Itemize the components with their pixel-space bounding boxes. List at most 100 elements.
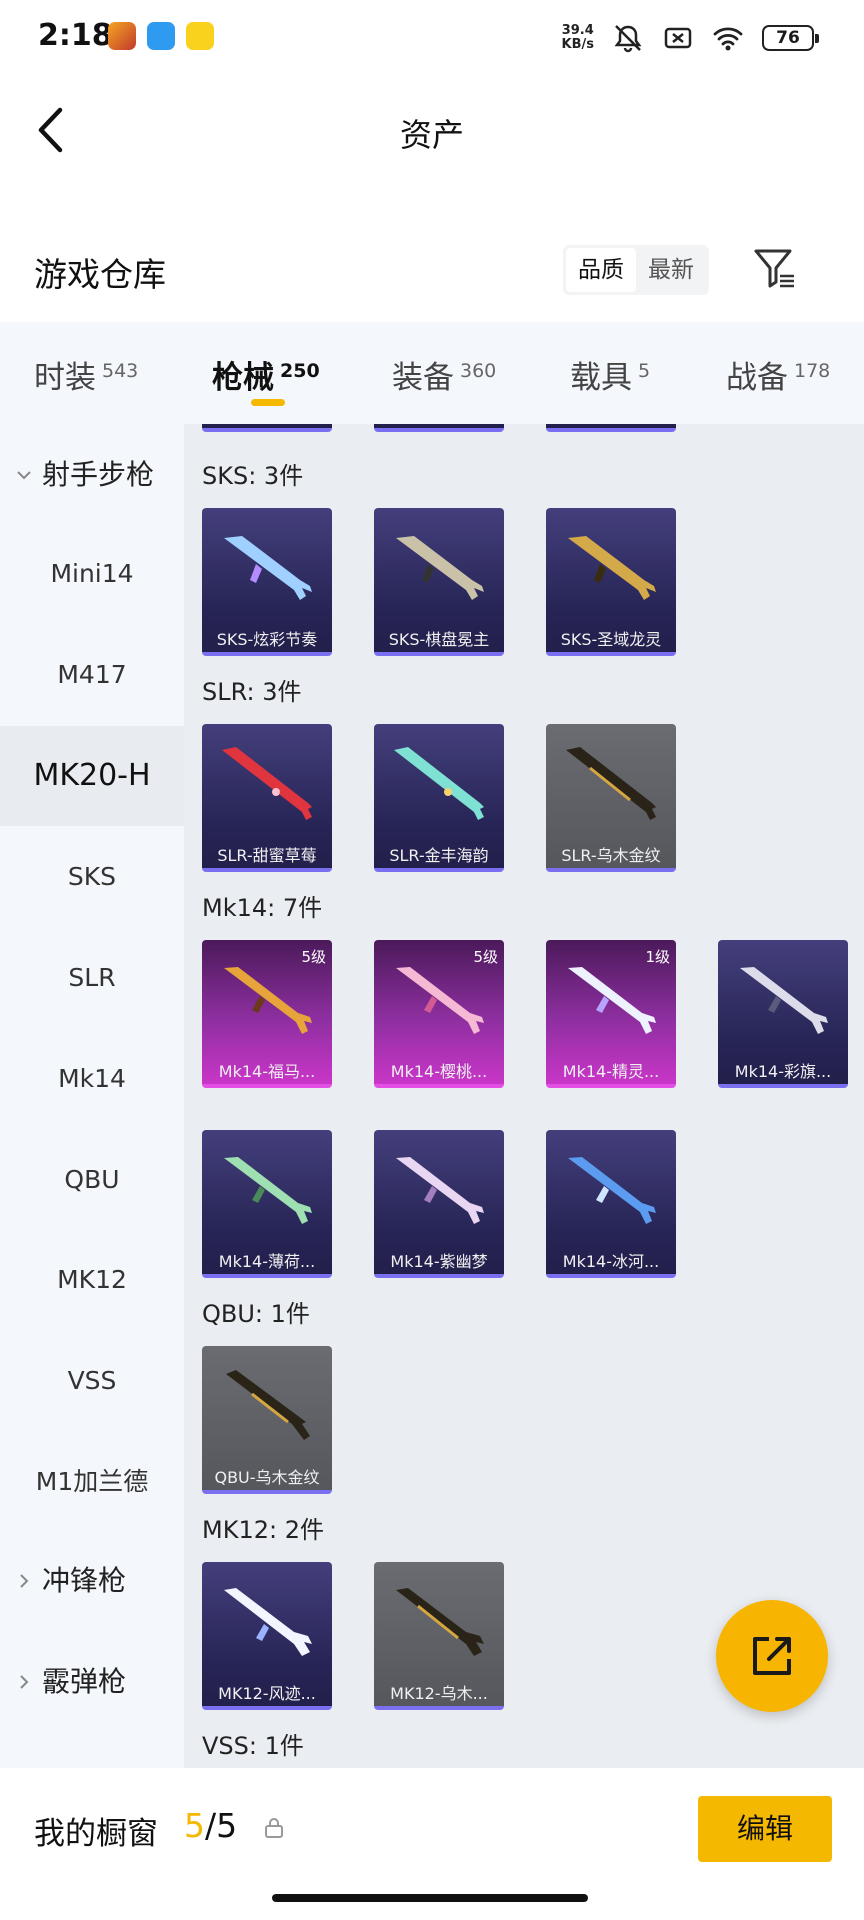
item-name: Mk14-紫幽梦	[390, 1252, 488, 1271]
edit-button[interactable]: 编辑	[698, 1796, 832, 1862]
item-card[interactable]: Mk14-冰河...	[546, 1130, 676, 1278]
share-button[interactable]	[716, 1600, 828, 1712]
sidebar-item-mk12[interactable]: MK12	[0, 1230, 184, 1330]
item-card[interactable]: 5级 Mk14-樱桃...	[374, 940, 504, 1088]
tab-vehicles[interactable]: 载具 5	[570, 352, 650, 397]
item-name: MK12-风迹...	[218, 1684, 316, 1703]
showcase-count: 5/5	[184, 1806, 238, 1845]
chevron-right-icon	[20, 1675, 29, 1689]
sort-newest-option[interactable]: 最新	[636, 248, 706, 292]
sidebar-item-slr[interactable]: SLR	[0, 928, 184, 1028]
chat-app-icon	[147, 22, 175, 50]
item-name: QBU-乌木金纹	[214, 1468, 320, 1487]
sidebar-item-mk20h[interactable]: MK20-H	[0, 726, 184, 826]
home-indicator[interactable]	[272, 1894, 588, 1902]
rifle-icon	[224, 536, 312, 600]
item-card[interactable]: SKS-圣域龙灵	[546, 508, 676, 656]
group-label-vss: VSS: 1件	[202, 1732, 304, 1760]
sidebar-item-m417[interactable]: M417	[0, 625, 184, 725]
sidebar-item-mini14[interactable]: Mini14	[0, 524, 184, 624]
tab-equipment[interactable]: 装备 360	[392, 352, 496, 397]
rifle-icon	[740, 967, 828, 1034]
tab-count: 543	[102, 359, 139, 382]
tab-fashion[interactable]: 时装 543	[34, 352, 138, 397]
net-speed: 39.4 KB/s	[562, 24, 594, 52]
weapon-grid: SKS: 3件 SKS-炫彩节奏 SKS-棋盘冕主 SKS-圣域龙灵 SLR: …	[184, 424, 864, 1768]
tab-guns[interactable]: 枪械 250	[212, 352, 320, 397]
tab-label: 战备	[726, 360, 788, 396]
rifle-icon	[396, 536, 484, 600]
rifle-icon	[226, 1370, 310, 1440]
share-external-icon	[753, 1637, 791, 1675]
tab-label: 枪械	[212, 360, 274, 396]
category-tabs: 时装 543 枪械 250 装备 360 载具 5 战备 178	[0, 322, 864, 424]
item-card[interactable]: Mk14-紫幽梦	[374, 1130, 504, 1278]
item-name: Mk14-福马...	[218, 1062, 316, 1081]
game-app-icon	[108, 22, 136, 50]
item-card[interactable]: MK12-乌木...	[374, 1562, 504, 1710]
lock-icon	[265, 1818, 283, 1838]
chevron-down-icon	[17, 471, 31, 480]
rifle-icon	[396, 1588, 484, 1656]
item-card[interactable]: 1级 Mk14-精灵...	[546, 940, 676, 1088]
sidebar-item-sks[interactable]: SKS	[0, 827, 184, 927]
status-time: 2:18	[38, 18, 113, 53]
tab-label: 载具	[570, 360, 632, 396]
rifle-icon	[568, 536, 656, 600]
battery-indicator: 76	[762, 25, 819, 51]
sidebar-group-label: 冲锋枪	[42, 1564, 127, 1597]
item-card[interactable]: SKS-炫彩节奏	[202, 508, 332, 656]
rifle-icon	[396, 1157, 484, 1224]
sidebar-item-qbu[interactable]: QBU	[0, 1130, 184, 1230]
sidebar-group-label: 霰弹枪	[42, 1665, 127, 1698]
item-card[interactable]: Mk14-彩旗...	[718, 940, 848, 1088]
group-label-sks: SKS: 3件	[202, 462, 304, 490]
tab-count: 250	[280, 359, 320, 382]
item-name: Mk14-樱桃...	[390, 1062, 488, 1081]
net-speed-value: 39.4	[561, 23, 594, 38]
item-name: Mk14-薄荷...	[218, 1252, 316, 1271]
sidebar-item-m1garand[interactable]: M1加兰德	[0, 1432, 184, 1532]
item-card[interactable]: SKS-棋盘冕主	[374, 508, 504, 656]
sidebar-group-label: 射手步枪	[42, 458, 155, 491]
tab-count: 178	[794, 359, 831, 382]
tab-count: 5	[638, 359, 651, 382]
item-card-partial[interactable]	[374, 424, 504, 432]
filter-icon[interactable]	[752, 246, 798, 292]
rifle-icon	[566, 747, 656, 820]
item-card[interactable]: SLR-甜蜜草莓	[202, 724, 332, 872]
item-card[interactable]: SLR-金丰海韵	[374, 724, 504, 872]
rifle-icon	[568, 1157, 656, 1224]
net-speed-unit: KB/s	[561, 37, 594, 52]
item-name: MK12-乌木...	[390, 1684, 488, 1703]
mute-bell-icon	[614, 25, 642, 53]
page-title: 资产	[399, 116, 464, 154]
sort-toggle: 品质 最新	[563, 245, 709, 295]
sidebar-group-smg[interactable]: 冲锋枪	[0, 1556, 184, 1606]
item-card[interactable]: MK12-风迹...	[202, 1562, 332, 1710]
no-sim-icon	[664, 27, 692, 49]
sidebar-item-vss[interactable]: VSS	[0, 1331, 184, 1431]
sort-quality-option[interactable]: 品质	[566, 248, 636, 292]
chevron-right-icon	[20, 1574, 29, 1588]
item-card[interactable]: QBU-乌木金纹	[202, 1346, 332, 1494]
item-card-partial[interactable]	[202, 424, 332, 432]
item-card[interactable]: 5级 Mk14-福马...	[202, 940, 332, 1088]
rifle-icon	[224, 1157, 312, 1224]
rifle-icon	[224, 967, 312, 1034]
tab-label: 时装	[34, 360, 96, 396]
item-name: SLR-乌木金纹	[561, 846, 661, 865]
sidebar-item-mk14[interactable]: Mk14	[0, 1029, 184, 1129]
item-card-partial[interactable]	[546, 424, 676, 432]
tab-supplies[interactable]: 战备 178	[726, 352, 830, 397]
group-label-mk14: Mk14: 7件	[202, 894, 323, 922]
item-name: Mk14-彩旗...	[734, 1062, 832, 1081]
item-name: SKS-圣域龙灵	[560, 630, 662, 649]
sidebar-group-marksman[interactable]: 射手步枪	[0, 450, 184, 500]
item-card[interactable]: SLR-乌木金纹	[546, 724, 676, 872]
sidebar-group-shotgun[interactable]: 霰弹枪	[0, 1657, 184, 1707]
item-name: SKS-棋盘冕主	[388, 630, 490, 649]
item-card[interactable]: Mk14-薄荷...	[202, 1130, 332, 1278]
title-bar: 资产	[0, 80, 864, 180]
active-tab-indicator	[251, 399, 285, 406]
